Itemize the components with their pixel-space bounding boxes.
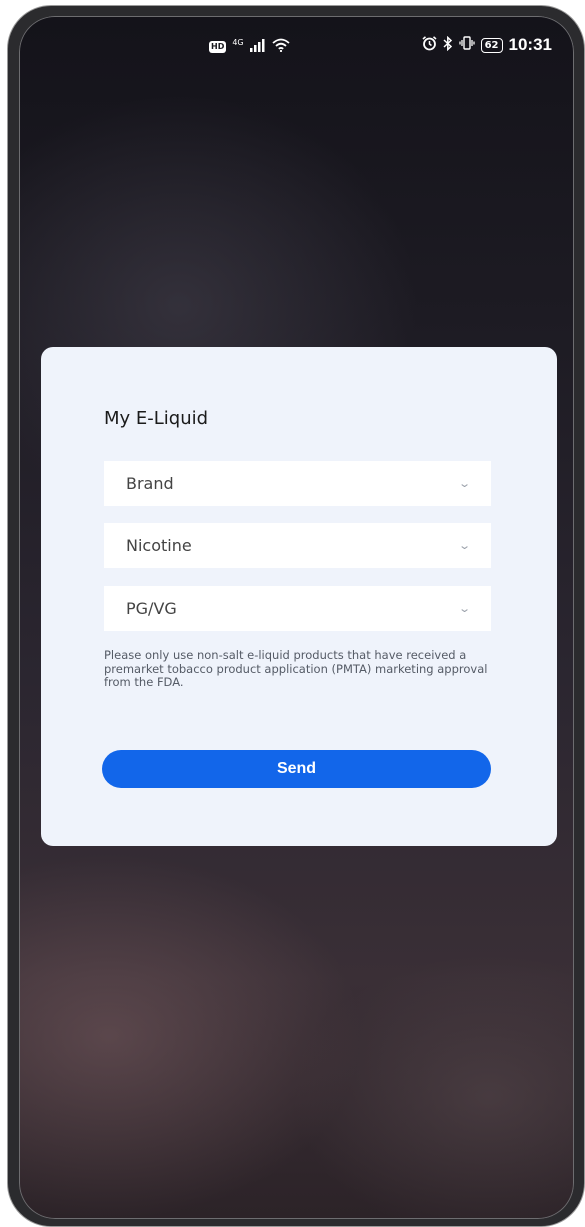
pgvg-select-label: PG/VG	[126, 599, 177, 618]
send-button[interactable]: Send	[102, 750, 491, 788]
phone-frame: HD 4G 62 10:31 My E-Liquid Brand ⌄ Nicot…	[7, 5, 585, 1227]
battery-indicator: 62	[480, 37, 503, 53]
clock: 10:31	[508, 35, 552, 54]
wifi-icon	[272, 38, 290, 56]
chevron-down-icon: ⌄	[457, 602, 471, 615]
nicotine-select[interactable]: Nicotine ⌄	[104, 523, 491, 568]
bluetooth-icon	[443, 35, 453, 55]
status-left: HD 4G	[209, 38, 290, 56]
chevron-down-icon: ⌄	[457, 477, 471, 490]
card-title: My E-Liquid	[104, 408, 209, 429]
status-right: 62 10:31	[422, 35, 552, 55]
network-type: 4G	[232, 37, 244, 47]
e-liquid-card: My E-Liquid Brand ⌄ Nicotine ⌄ PG/VG ⌄ P…	[41, 347, 557, 846]
chevron-down-icon: ⌄	[457, 539, 471, 552]
pgvg-select[interactable]: PG/VG ⌄	[104, 586, 491, 631]
brand-select[interactable]: Brand ⌄	[104, 461, 491, 506]
brand-select-label: Brand	[126, 474, 174, 493]
nicotine-select-label: Nicotine	[126, 536, 192, 555]
screen: HD 4G 62 10:31 My E-Liquid Brand ⌄ Nicot…	[19, 16, 574, 1219]
vibrate-icon	[458, 36, 475, 54]
signal-bars-icon	[249, 38, 266, 56]
fda-notice: Please only use non-salt e-liquid produc…	[104, 648, 488, 689]
status-bar: HD 4G 62 10:31	[19, 16, 574, 76]
alarm-icon	[422, 35, 437, 55]
hd-badge: HD	[209, 41, 227, 53]
